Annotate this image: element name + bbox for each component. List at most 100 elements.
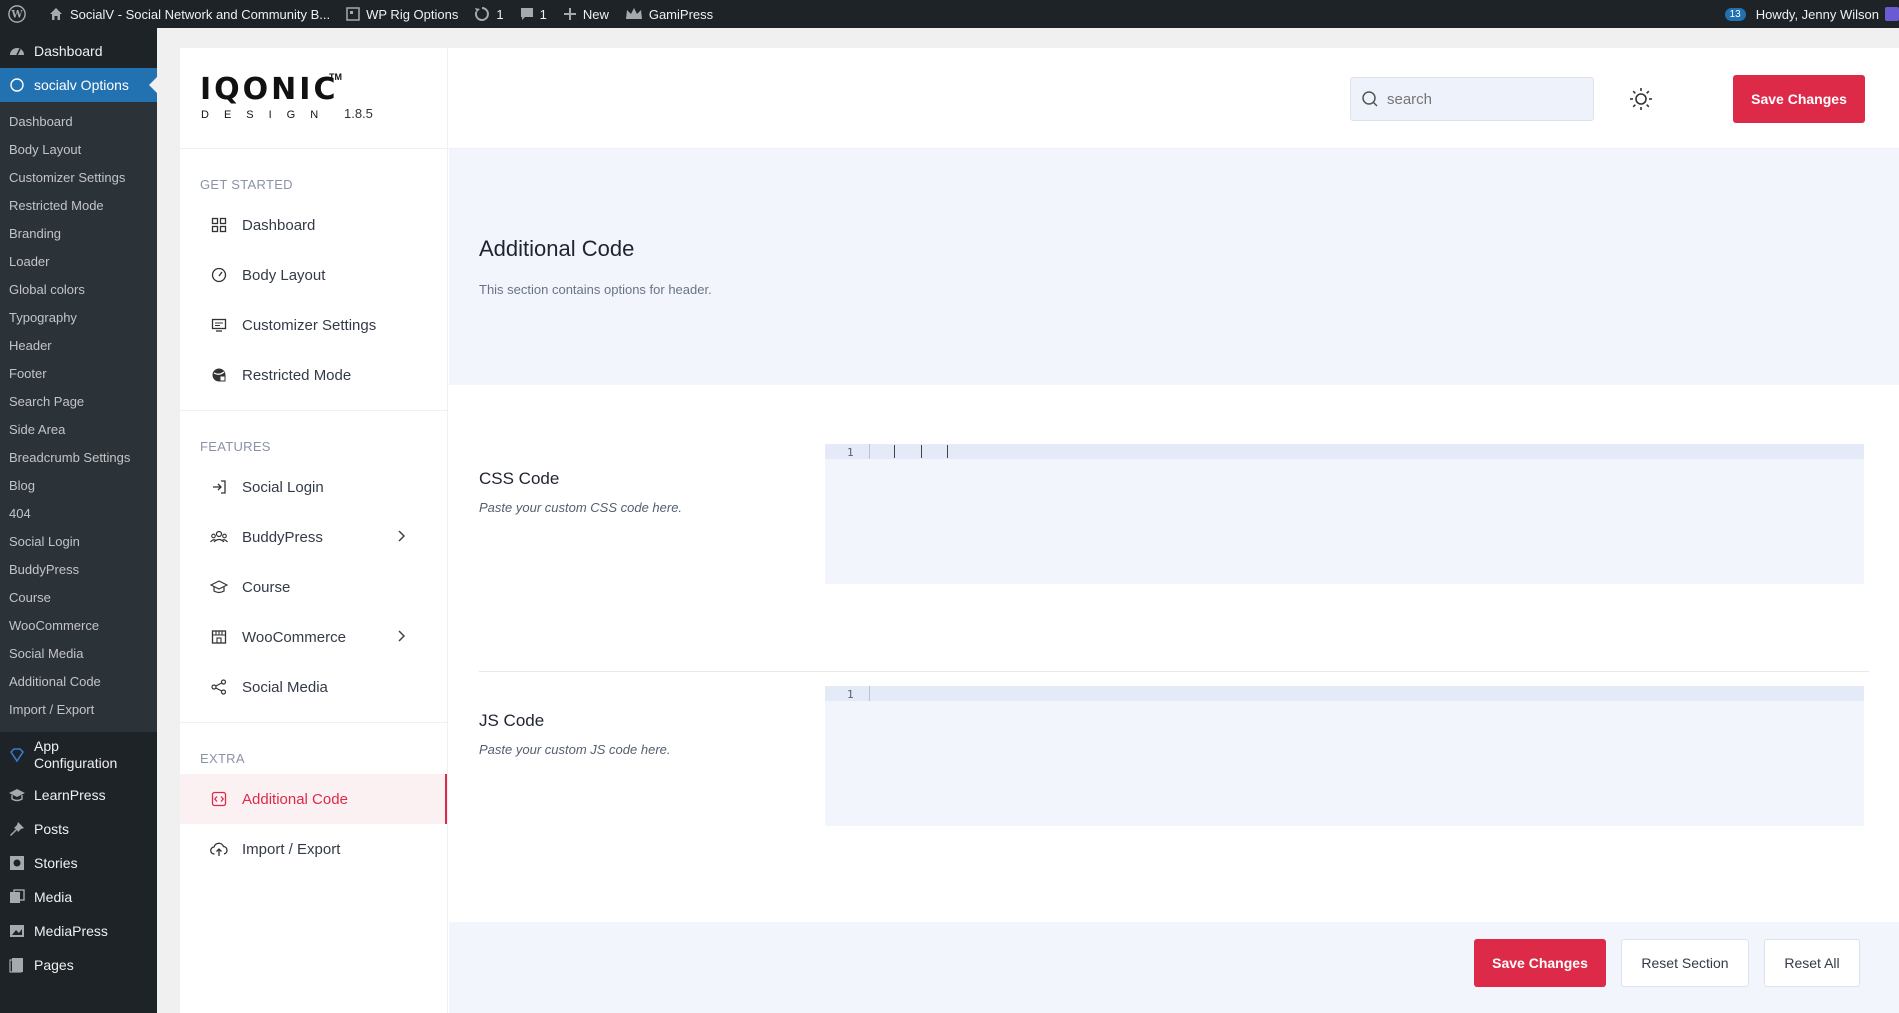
admin-bar-gamipress[interactable]: GamiPress <box>617 0 721 28</box>
chevron-right-icon[interactable] <box>396 529 406 547</box>
wp-submenu-course[interactable]: Course <box>0 584 157 612</box>
editor-active-line: 1 <box>825 686 1864 701</box>
css-code-description: Paste your custom CSS code here. <box>479 500 683 515</box>
svg-text:W: W <box>10 10 23 21</box>
admin-bar: W SocialV - Social Network and Community… <box>0 0 1899 28</box>
wp-submenu-typography[interactable]: Typography <box>0 304 157 332</box>
nav-section-extra: EXTRA Additional Code Import / Export <box>180 723 447 884</box>
new-label: New <box>582 6 609 22</box>
admin-bar-site-link[interactable]: SocialV - Social Network and Community B… <box>40 0 338 28</box>
wp-submenu-breadcrumb-settings[interactable]: Breadcrumb Settings <box>0 444 157 472</box>
admin-bar-updates[interactable]: 1 <box>466 0 511 28</box>
crown-icon <box>625 8 642 19</box>
login-arrow-icon <box>210 478 228 496</box>
updates-icon <box>475 7 490 21</box>
plus-icon <box>563 8 576 20</box>
wp-submenu-404[interactable]: 404 <box>0 500 157 528</box>
theme-toggle-sun-icon[interactable] <box>1628 86 1654 112</box>
wp-menu-pages[interactable]: Pages <box>0 948 157 982</box>
wp-menu-media[interactable]: Media <box>0 880 157 914</box>
wordpress-logo-icon[interactable]: W <box>0 0 40 28</box>
avatar[interactable] <box>1885 7 1899 21</box>
wp-submenu: Dashboard Body Layout Customizer Setting… <box>0 102 157 732</box>
nav-section-features: FEATURES Social Login BuddyPress Course … <box>180 411 447 723</box>
wp-submenu-global-colors[interactable]: Global colors <box>0 276 157 304</box>
section-content: Additional Code This section contains op… <box>449 149 1899 1013</box>
search-input[interactable] <box>1387 90 1577 108</box>
save-changes-button[interactable]: Save Changes <box>1733 75 1865 123</box>
wp-submenu-blog[interactable]: Blog <box>0 472 157 500</box>
wp-submenu-social-login[interactable]: Social Login <box>0 528 157 556</box>
chevron-right-icon[interactable] <box>396 629 406 647</box>
wp-submenu-dashboard[interactable]: Dashboard <box>0 108 157 136</box>
section-header: Additional Code This section contains op… <box>449 149 1899 385</box>
wp-menu-stories[interactable]: Stories <box>0 846 157 880</box>
wp-menu-socialv-options[interactable]: socialv Options <box>0 68 157 102</box>
nav-item-course[interactable]: Course <box>180 562 447 612</box>
js-code-description: Paste your custom JS code here. <box>479 742 671 757</box>
nav-item-import-export[interactable]: Import / Export <box>180 824 447 874</box>
nav-item-social-login[interactable]: Social Login <box>180 462 447 512</box>
wp-menu-posts-label: Posts <box>34 821 70 837</box>
wp-submenu-body-layout[interactable]: Body Layout <box>0 136 157 164</box>
home-icon <box>50 8 62 20</box>
wp-submenu-woocommerce[interactable]: WooCommerce <box>0 612 157 640</box>
wp-submenu-branding[interactable]: Branding <box>0 220 157 248</box>
admin-bar-new[interactable]: New <box>555 0 617 28</box>
wp-menu-learnpress-label: LearnPress <box>34 787 106 803</box>
wp-menu-media-label: Media <box>34 889 73 905</box>
nav-item-dashboard[interactable]: Dashboard <box>180 200 447 250</box>
indent-guide <box>894 445 895 458</box>
store-icon <box>210 628 228 646</box>
field-divider <box>479 671 1869 672</box>
nav-item-customizer-label: Customizer Settings <box>242 316 377 334</box>
nav-item-customizer-settings[interactable]: Customizer Settings <box>180 300 447 350</box>
wp-submenu-import-export[interactable]: Import / Export <box>0 696 157 724</box>
js-code-title: JS Code <box>479 711 545 730</box>
wp-menu-learnpress[interactable]: LearnPress <box>0 778 157 812</box>
wp-submenu-search-page[interactable]: Search Page <box>0 388 157 416</box>
css-code-field: CSS Code Paste your custom CSS code here… <box>479 444 1869 584</box>
nav-item-dashboard-label: Dashboard <box>242 216 316 234</box>
reset-section-button[interactable]: Reset Section <box>1621 939 1749 987</box>
wp-menu-socialv-label: socialv Options <box>34 77 129 93</box>
css-code-editor[interactable]: 1 <box>825 444 1864 584</box>
nav-item-restricted-mode[interactable]: Restricted Mode <box>180 350 447 400</box>
wp-submenu-side-area[interactable]: Side Area <box>0 416 157 444</box>
wp-submenu-header[interactable]: Header <box>0 332 157 360</box>
nav-item-body-layout[interactable]: Body Layout <box>180 250 447 300</box>
wp-menu-posts[interactable]: Posts <box>0 812 157 846</box>
wp-submenu-restricted-mode[interactable]: Restricted Mode <box>0 192 157 220</box>
wp-submenu-customizer-settings[interactable]: Customizer Settings <box>0 164 157 192</box>
line-number: 1 <box>847 688 854 701</box>
nav-item-additional-code[interactable]: Additional Code <box>180 774 447 824</box>
nav-item-social-media[interactable]: Social Media <box>180 662 447 712</box>
media-icon <box>8 888 26 906</box>
save-changes-button-bottom[interactable]: Save Changes <box>1474 939 1606 987</box>
admin-bar-wp-rig[interactable]: WP Rig Options <box>338 0 466 28</box>
wp-submenu-loader[interactable]: Loader <box>0 248 157 276</box>
wp-submenu-footer[interactable]: Footer <box>0 360 157 388</box>
wp-menu-app-configuration[interactable]: App Configuration <box>0 732 157 778</box>
nav-item-woocommerce[interactable]: WooCommerce <box>180 612 447 662</box>
wp-submenu-social-media[interactable]: Social Media <box>0 640 157 668</box>
wp-submenu-additional-code[interactable]: Additional Code <box>0 668 157 696</box>
footer-actions: Save Changes Reset Section Reset All <box>449 922 1899 1013</box>
reset-all-button[interactable]: Reset All <box>1764 939 1860 987</box>
grid-icon <box>210 216 228 234</box>
logo-wordmark: IQONIC <box>200 72 339 107</box>
howdy-account[interactable]: Howdy, Jenny Wilson <box>1756 7 1879 22</box>
nav-item-buddypress[interactable]: BuddyPress <box>180 512 447 562</box>
brand-logo: IQONIC TM DESIGN 1.8.5 <box>180 48 448 149</box>
wp-menu-mediapress[interactable]: MediaPress <box>0 914 157 948</box>
wp-menu-dashboard-label: Dashboard <box>34 43 103 59</box>
notifications-badge[interactable]: 13 <box>1724 7 1746 21</box>
globe-lock-icon <box>210 366 228 384</box>
admin-bar-comments[interactable]: 1 <box>512 0 555 28</box>
users-group-icon <box>210 528 228 546</box>
wp-menu-dashboard[interactable]: Dashboard <box>0 34 157 68</box>
wp-submenu-buddypress[interactable]: BuddyPress <box>0 556 157 584</box>
js-code-editor[interactable]: 1 <box>825 686 1864 826</box>
gallery-icon <box>8 922 26 940</box>
options-panel: IQONIC TM DESIGN 1.8.5 Save Changes GET … <box>180 48 1899 1013</box>
